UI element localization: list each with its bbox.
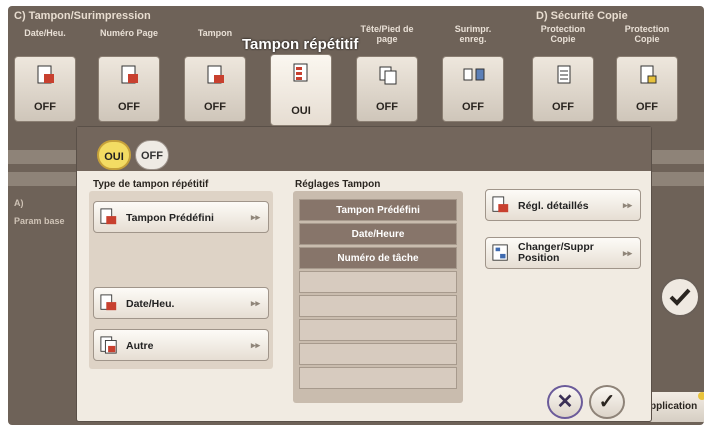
tile-label-protection-2: Protection Copie xyxy=(624,24,670,44)
tampon-repetitif-dialog: OUI OFF Type de tampon répétitif Tampon … xyxy=(76,126,652,422)
chevron-right-icon: ▸▸ xyxy=(250,298,260,308)
stamp-type-title: Type de tampon répétitif xyxy=(93,179,209,190)
off-toggle[interactable]: OFF xyxy=(135,140,169,170)
change-position-button[interactable]: Changer/Suppr Position ▸▸ xyxy=(485,237,641,269)
settings-row xyxy=(299,295,457,317)
tile-value: OFF xyxy=(376,101,398,113)
predefined-stamp-label: Tampon Prédéfini xyxy=(126,212,214,224)
settings-row: Date/Heure xyxy=(299,223,457,245)
settings-stamp-icon xyxy=(492,196,509,213)
page-number-icon xyxy=(121,65,138,84)
settings-row: Tampon Prédéfini xyxy=(299,199,457,221)
tile-label-numero-page: Numéro Page xyxy=(99,28,159,38)
predefined-stamp-button[interactable]: Tampon Prédéfini ▸▸ xyxy=(93,201,269,233)
tile-value: OFF xyxy=(118,101,140,113)
confirm-check-button[interactable] xyxy=(660,277,700,317)
check-icon xyxy=(669,288,691,306)
date-time-button[interactable]: Date/Heu. ▸▸ xyxy=(93,287,269,319)
date-stamp-icon xyxy=(100,294,117,311)
other-stamp-icon xyxy=(100,336,117,354)
stamp-settings-panel: Tampon Prédéfini Date/Heure Numéro de tâ… xyxy=(293,191,463,403)
tile-numero-page[interactable]: OFF xyxy=(98,56,160,122)
tile-tete-pied[interactable]: OFF xyxy=(356,56,418,122)
stamp-document-icon xyxy=(37,65,54,84)
tile-label-date-heure: Date/Heu. xyxy=(24,28,66,38)
chevron-right-icon: ▸▸ xyxy=(250,340,260,350)
tile-value: OUI xyxy=(291,105,311,117)
tile-value: OFF xyxy=(34,101,56,113)
tile-surimpr-enreg[interactable]: OFF xyxy=(442,56,504,122)
settings-row xyxy=(299,343,457,365)
tile-value: OFF xyxy=(552,101,574,113)
tile-label-tete-pied: Tête/Pied de page xyxy=(360,24,414,44)
tile-tampon[interactable]: OFF xyxy=(184,56,246,122)
tile-tampon-repetitif[interactable]: OUI xyxy=(270,54,332,126)
param-base-label: Param base xyxy=(14,216,65,226)
tile-value: OFF xyxy=(462,101,484,113)
tile-date-heure[interactable]: OFF xyxy=(14,56,76,122)
tile-label-tampon: Tampon xyxy=(197,28,233,38)
tile-value: OFF xyxy=(204,101,226,113)
section-a-label: A) xyxy=(14,198,24,208)
settings-row xyxy=(299,367,457,389)
chevron-right-icon: ▸▸ xyxy=(622,248,632,258)
other-stamp-button[interactable]: Autre ▸▸ xyxy=(93,329,269,361)
section-d-label: D) Sécurité Copie xyxy=(536,10,628,22)
chevron-right-icon: ▸▸ xyxy=(622,200,632,210)
tile-label-protection-1: Protection Copie xyxy=(540,24,586,44)
chevron-right-icon: ▸▸ xyxy=(250,212,260,222)
tile-protection-copie-2[interactable]: OFF xyxy=(616,56,678,122)
application-button[interactable]: pplication xyxy=(646,392,704,422)
settings-row xyxy=(299,271,457,293)
predefined-stamp-icon xyxy=(100,208,117,225)
detailed-settings-label: Régl. détaillés xyxy=(518,200,589,212)
application-indicator xyxy=(698,392,704,400)
position-icon xyxy=(492,244,508,261)
copy-protect-icon xyxy=(557,65,571,84)
stamp-icon xyxy=(207,65,224,84)
tile-protection-copie-1[interactable]: OFF xyxy=(532,56,594,122)
tampon-repetitif-title: Tampon répétitif xyxy=(242,36,359,53)
settings-row: Numéro de tâche xyxy=(299,247,457,269)
section-c-label: C) Tampon/Surimpression xyxy=(14,10,151,22)
tile-label-surimpr: Surimpr. enreg. xyxy=(454,24,492,44)
header-footer-icon xyxy=(379,66,397,85)
repeat-stamp-icon xyxy=(293,63,308,82)
stamp-settings-title: Réglages Tampon xyxy=(295,179,381,190)
other-stamp-label: Autre xyxy=(126,340,154,352)
lock-document-icon xyxy=(640,65,657,84)
ok-button[interactable]: ✓ xyxy=(589,385,625,419)
settings-row xyxy=(299,319,457,341)
detailed-settings-button[interactable]: Régl. détaillés ▸▸ xyxy=(485,189,641,221)
cancel-button[interactable]: ✕ xyxy=(547,385,583,419)
tile-value: OFF xyxy=(636,101,658,113)
date-time-label: Date/Heu. xyxy=(126,298,175,310)
change-position-label: Changer/Suppr Position xyxy=(518,242,594,264)
on-toggle[interactable]: OUI xyxy=(97,140,131,170)
copy-settings-screen: C) Tampon/Surimpression D) Sécurité Copi… xyxy=(8,6,704,425)
overlay-register-icon xyxy=(463,68,485,81)
change-position-line-2: Position xyxy=(518,252,560,264)
